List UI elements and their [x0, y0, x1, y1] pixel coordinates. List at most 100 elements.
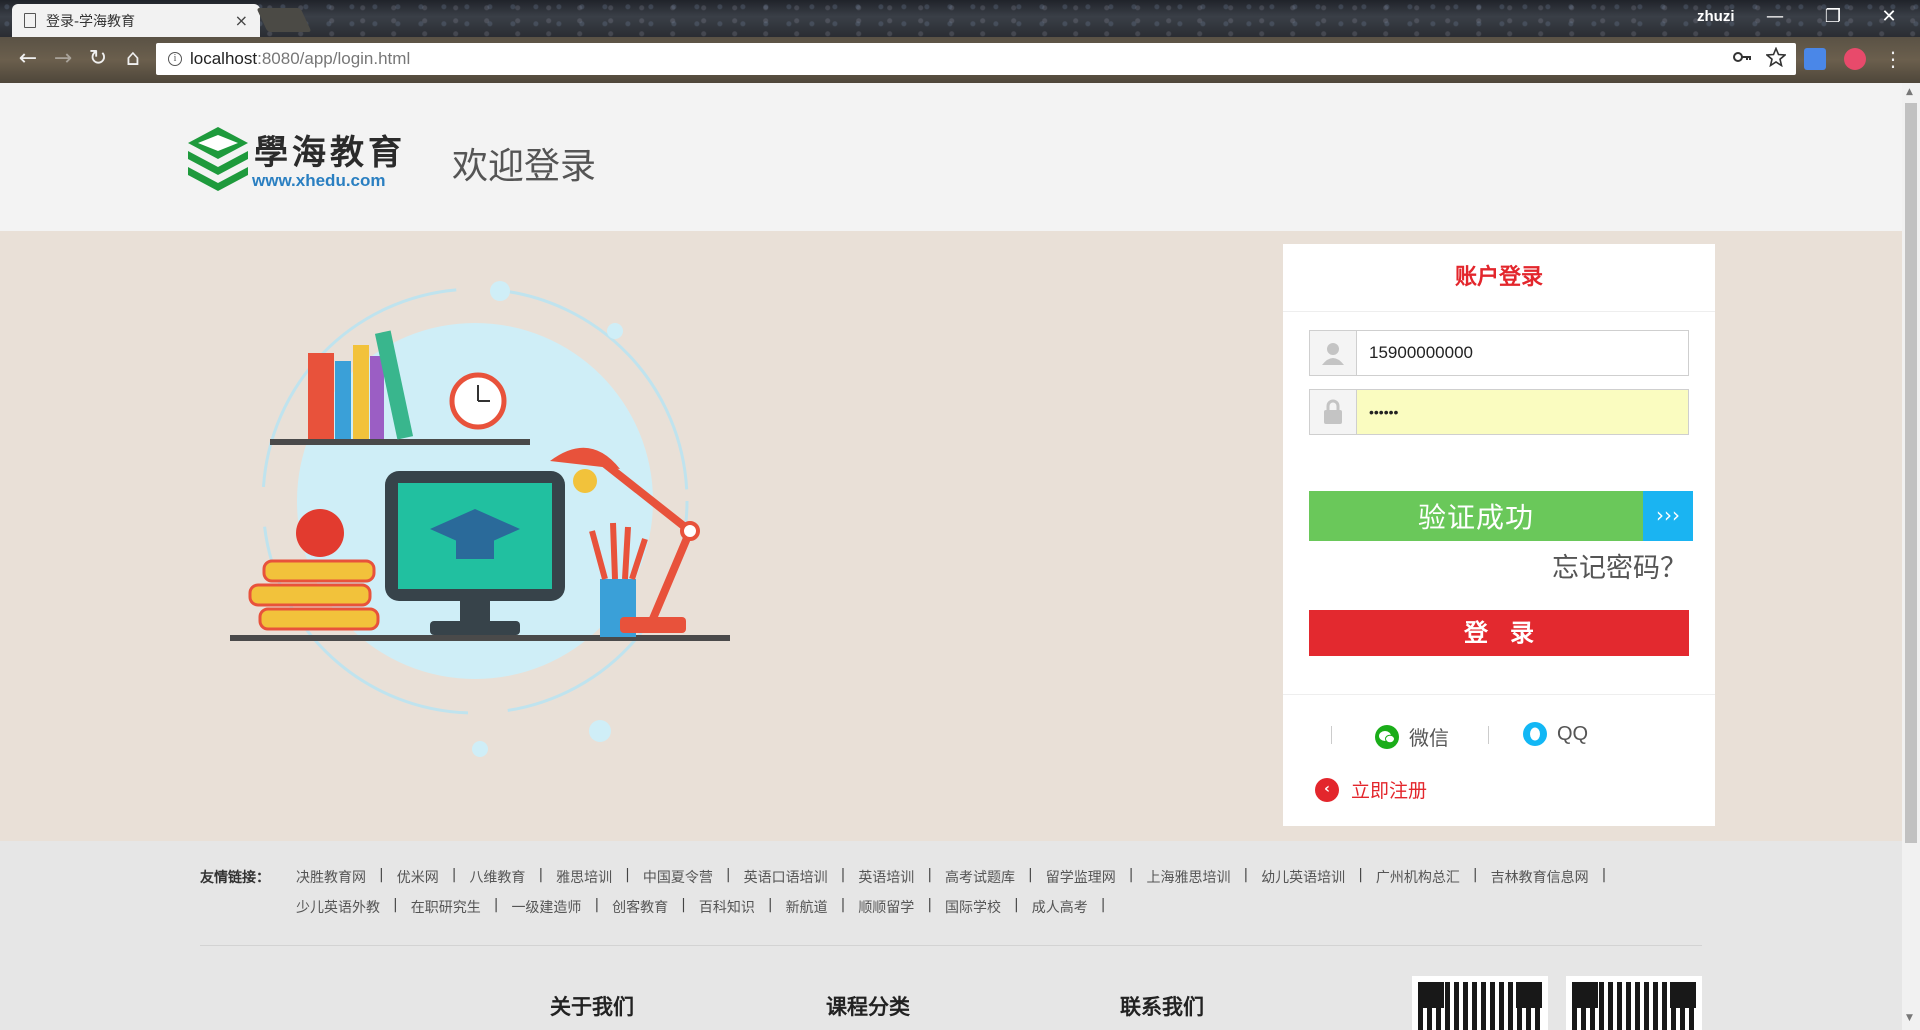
- friend-link[interactable]: 优米网: [397, 867, 439, 887]
- menu-icon[interactable]: ⋮: [1880, 47, 1906, 73]
- browser-titlebar: 登录-学海教育 × zhuzi — ❐ ✕: [0, 0, 1920, 37]
- register-label: 立即注册: [1351, 780, 1428, 802]
- friend-link[interactable]: 少儿英语外教: [296, 897, 380, 917]
- link-separator: |: [594, 897, 600, 913]
- link-separator: |: [1014, 897, 1019, 913]
- friend-link[interactable]: 新航道: [786, 897, 828, 917]
- education-illustration: [230, 281, 730, 757]
- password-input[interactable]: [1357, 390, 1688, 434]
- new-tab-button[interactable]: [256, 8, 312, 32]
- slider-handle[interactable]: ›››: [1643, 491, 1693, 541]
- link-separator: |: [927, 867, 933, 883]
- tab-close-icon[interactable]: ×: [235, 11, 248, 30]
- scroll-down-icon[interactable]: ▼: [1906, 1013, 1913, 1023]
- link-separator: |: [927, 897, 933, 913]
- password-field[interactable]: [1309, 389, 1689, 435]
- friend-link[interactable]: 一级建造师: [511, 897, 581, 917]
- friend-link[interactable]: 在职研究生: [411, 897, 481, 917]
- friend-link[interactable]: 英语培训: [858, 867, 914, 887]
- divider: [200, 945, 1702, 946]
- username-input[interactable]: [1357, 331, 1688, 375]
- divider: [1283, 694, 1715, 695]
- friend-links-label: 友情链接：: [200, 870, 270, 886]
- scroll-up-icon[interactable]: ▲: [1906, 87, 1913, 97]
- link-separator: |: [379, 867, 384, 883]
- wechat-icon: [1375, 724, 1399, 749]
- username-field[interactable]: [1309, 330, 1689, 376]
- key-icon[interactable]: [1732, 47, 1752, 67]
- link-separator: |: [1128, 867, 1134, 883]
- friend-link[interactable]: 决胜教育网: [296, 867, 366, 887]
- footer-contact-heading: 联系我们: [1120, 995, 1204, 1019]
- scrollbar-thumb[interactable]: [1905, 103, 1917, 843]
- star-icon[interactable]: [1766, 47, 1786, 67]
- qq-login[interactable]: QQ: [1523, 722, 1588, 746]
- friend-link[interactable]: 幼儿英语培训: [1261, 867, 1345, 887]
- link-separator: |: [1028, 867, 1033, 883]
- url-host: localhost: [190, 49, 258, 68]
- friend-link[interactable]: 国际学校: [945, 897, 1001, 917]
- minimize-button[interactable]: —: [1755, 4, 1795, 30]
- page-title: 欢迎登录: [452, 146, 597, 187]
- link-separator: |: [840, 897, 846, 913]
- page-icon: [24, 13, 36, 28]
- qr-code: [1412, 976, 1548, 1030]
- logo-text: 學海教育: [254, 133, 406, 173]
- link-separator: |: [625, 867, 630, 883]
- browser-tab[interactable]: 登录-学海教育 ×: [12, 4, 260, 37]
- friend-link[interactable]: 留学监理网: [1046, 867, 1116, 887]
- reload-icon[interactable]: ↻: [85, 47, 111, 73]
- site-header: 學海教育 www.xhedu.com 欢迎登录: [0, 83, 1902, 231]
- browser-toolbar: ← → ↻ ⌂ i localhost:8080/app/login.html …: [0, 37, 1920, 83]
- logo-mark-icon: [188, 127, 248, 191]
- login-banner: 账户登录 验证成功 ››› 忘记密码？ 登录: [0, 231, 1902, 841]
- friend-link[interactable]: 吉林教育信息网: [1491, 867, 1589, 887]
- friend-link[interactable]: 高考试题库: [945, 867, 1015, 887]
- extension-icon[interactable]: [1844, 48, 1866, 70]
- slider-verification[interactable]: 验证成功 ›››: [1309, 491, 1693, 541]
- link-separator: |: [1472, 867, 1478, 883]
- address-bar[interactable]: i localhost:8080/app/login.html: [156, 43, 1796, 75]
- friend-link[interactable]: 顺顺留学: [858, 897, 914, 917]
- link-separator: |: [681, 897, 686, 913]
- divider: [1488, 726, 1489, 744]
- link-separator: |: [725, 867, 731, 883]
- info-icon[interactable]: i: [168, 52, 182, 66]
- profile-name[interactable]: zhuzi: [1697, 8, 1735, 25]
- friend-link[interactable]: 英语口语培训: [744, 867, 828, 887]
- friend-link[interactable]: 中国夏令营: [643, 867, 713, 887]
- friend-link[interactable]: 广州机构总汇: [1376, 867, 1460, 887]
- friend-link[interactable]: 上海雅思培训: [1146, 867, 1230, 887]
- restore-button[interactable]: ❐: [1813, 4, 1853, 30]
- register-link[interactable]: ‹ 立即注册: [1315, 776, 1427, 803]
- login-title: 账户登录: [1283, 244, 1715, 312]
- friend-link[interactable]: 雅思培训: [556, 867, 612, 887]
- back-icon[interactable]: ←: [15, 47, 41, 73]
- url-path: :8080/app/login.html: [257, 49, 411, 68]
- logo-url: www.xhedu.com: [252, 171, 386, 190]
- friend-link[interactable]: 成人高考: [1032, 897, 1088, 917]
- qq-icon: [1523, 722, 1547, 746]
- friend-links-row: 决胜教育网 | 优米网 | 八维教育 | 雅思培训 | 中国夏令营 | 英语口语培训 | 英语培训 | 高考…: [296, 867, 1619, 887]
- translate-extension-icon[interactable]: [1804, 48, 1826, 70]
- link-separator: |: [1243, 867, 1249, 883]
- login-button[interactable]: 登录: [1309, 610, 1689, 656]
- link-separator: |: [538, 867, 544, 883]
- friend-link[interactable]: 百科知识: [699, 897, 755, 917]
- forgot-password-link[interactable]: 忘记密码？: [1552, 546, 1687, 585]
- site-logo[interactable]: 學海教育 www.xhedu.com: [186, 125, 406, 195]
- page-scrollbar[interactable]: ▲ ▼: [1902, 83, 1920, 1030]
- home-icon[interactable]: ⌂: [120, 47, 146, 73]
- link-separator: |: [493, 897, 499, 913]
- friend-link[interactable]: 八维教育: [469, 867, 525, 887]
- footer-courses-heading: 课程分类: [826, 995, 910, 1019]
- forward-icon[interactable]: →: [50, 47, 76, 73]
- page: 學海教育 www.xhedu.com 欢迎登录 账户登录 15900000000…: [0, 83, 1902, 1030]
- wechat-label: 微信: [1409, 726, 1449, 750]
- link-separator: |: [1358, 867, 1363, 883]
- footer-about-heading: 关于我们: [550, 995, 634, 1019]
- close-window-button[interactable]: ✕: [1869, 4, 1909, 30]
- friend-link[interactable]: 创客教育: [612, 897, 668, 917]
- wechat-login[interactable]: 微信: [1375, 722, 1449, 751]
- friend-links-row: 少儿英语外教 | 在职研究生 | 一级建造师 | 创客教育 | 百科知识 | 新航道 | 顺顺留学 | 国际…: [296, 897, 1118, 917]
